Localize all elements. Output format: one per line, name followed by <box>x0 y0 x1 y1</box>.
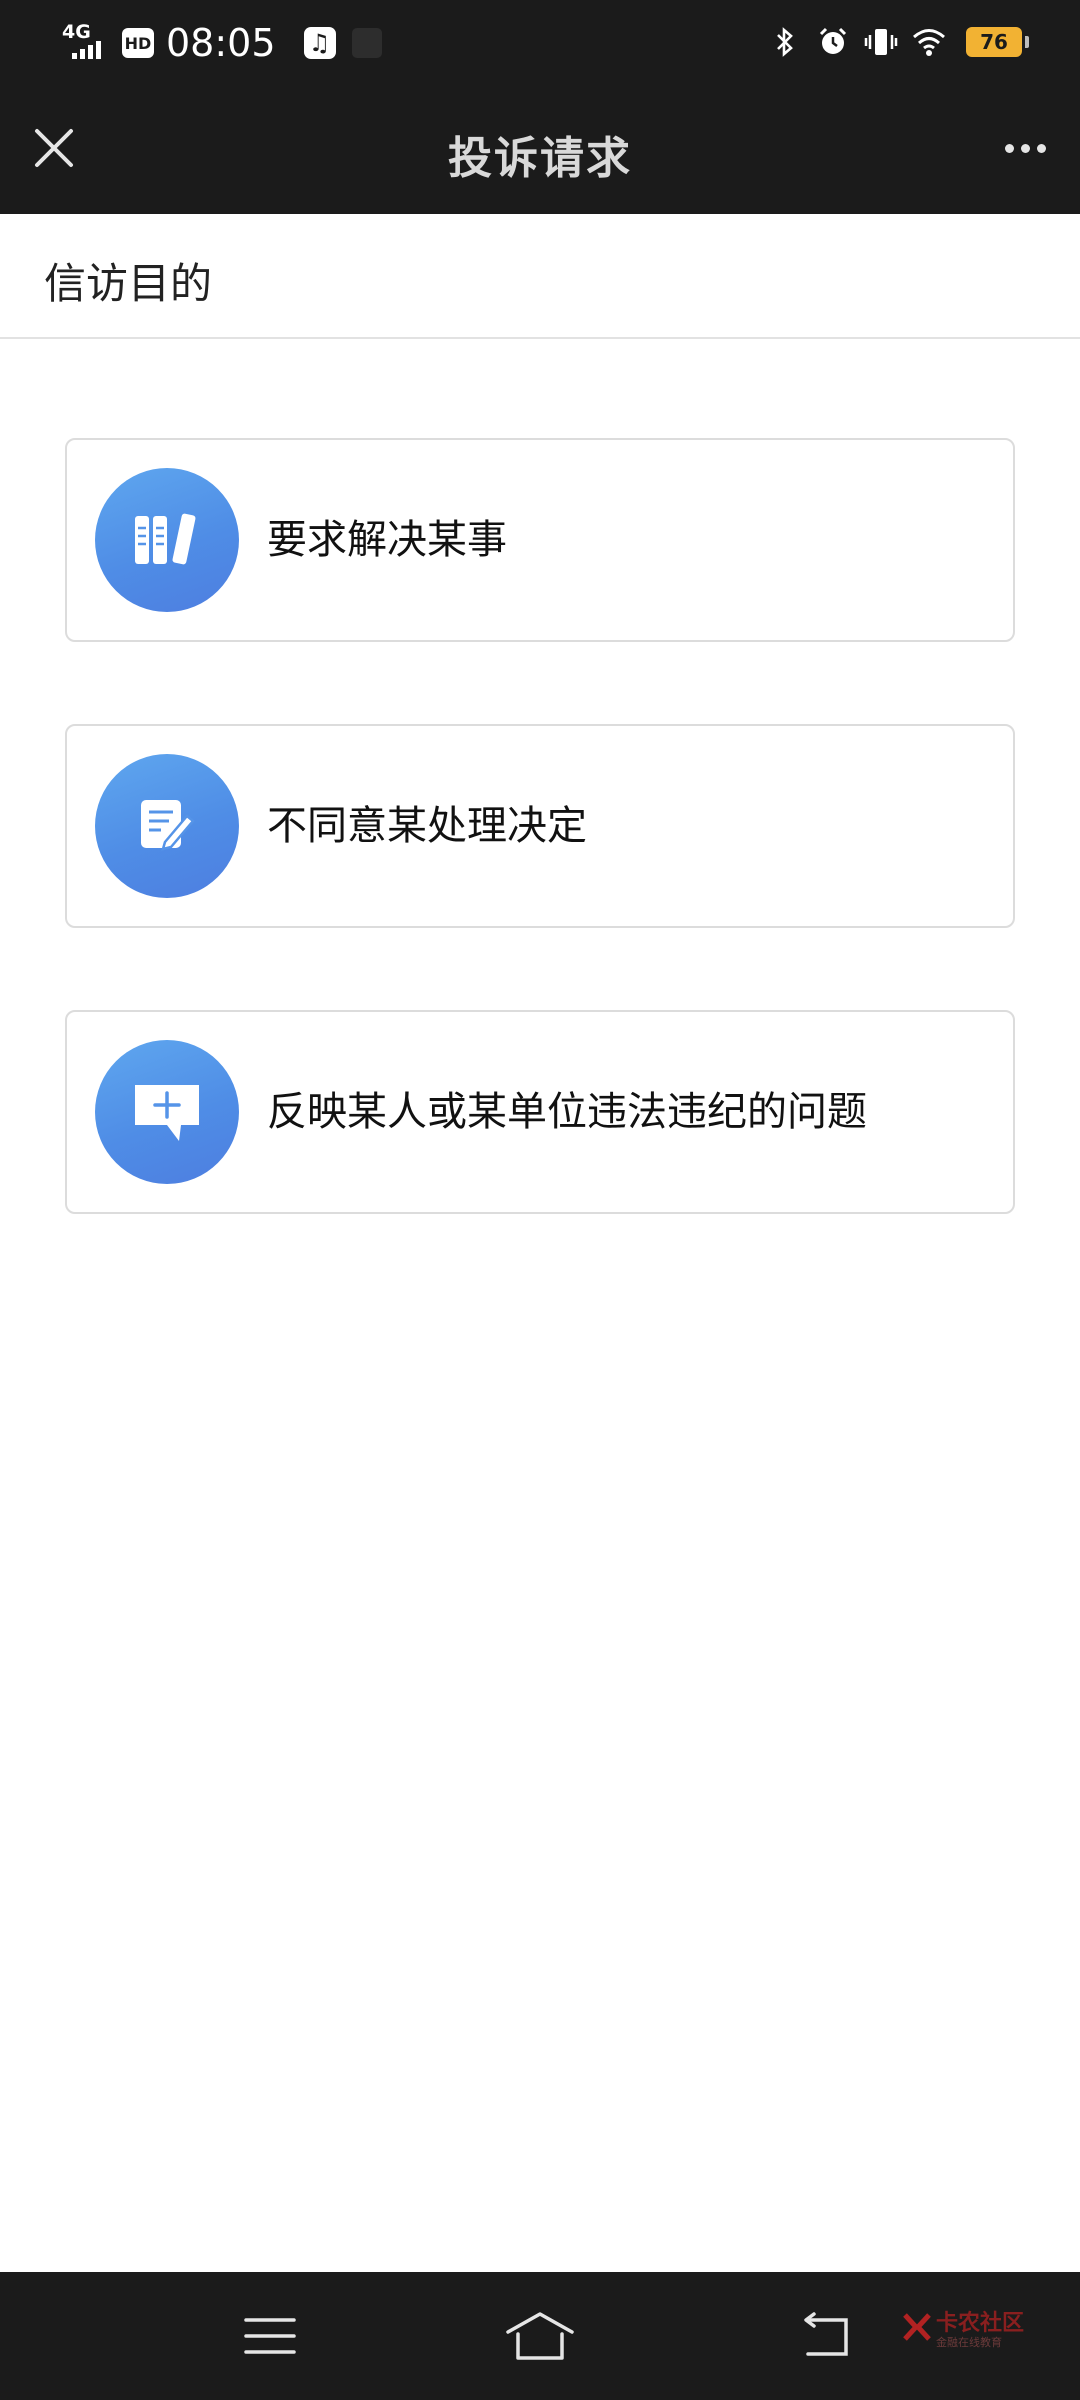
hd-icon: HD <box>122 28 154 58</box>
option-label: 不同意某处理决定 <box>267 803 587 849</box>
edit-document-icon <box>95 754 239 898</box>
watermark-text: 卡农社区 <box>935 2311 1024 2336</box>
option-card-report-violation[interactable]: 反映某人或某单位违法违纪的问题 <box>65 1010 1015 1214</box>
section-title: 信访目的 <box>44 259 213 308</box>
status-right: 76 <box>768 22 1029 62</box>
more-button[interactable] <box>990 118 1060 178</box>
home-button[interactable] <box>500 2306 580 2366</box>
watermark-subtext: 金融在线教育 <box>935 2336 1002 2350</box>
add-comment-icon <box>95 1040 239 1184</box>
vibrate-icon <box>864 25 898 59</box>
status-time: 08:05 <box>166 21 276 65</box>
battery-icon: 76 <box>966 27 1029 57</box>
system-nav-bar: 卡农社区 金融在线教育 <box>0 2272 1080 2400</box>
status-left: 4G HD 08:05 ♫ <box>62 18 382 68</box>
more-icon <box>1004 143 1014 153</box>
menu-icon <box>244 2318 296 2354</box>
status-bar: 4G HD 08:05 ♫ 76 <box>0 0 1080 84</box>
back-button[interactable] <box>784 2306 864 2366</box>
home-icon <box>506 2312 574 2360</box>
alarm-icon <box>816 25 850 59</box>
bluetooth-icon <box>768 25 802 59</box>
option-label: 要求解决某事 <box>267 517 507 563</box>
watermark-logo-icon <box>903 2313 931 2341</box>
books-icon <box>95 468 239 612</box>
menu-button[interactable] <box>230 2306 310 2366</box>
back-icon <box>804 2312 848 2356</box>
title-bar: 投诉请求 <box>0 84 1080 214</box>
option-card-disagree-decision[interactable]: 不同意某处理决定 <box>65 724 1015 928</box>
network-type: 4G <box>62 21 91 43</box>
signal-icon: 4G <box>62 23 110 63</box>
music-icon: ♫ <box>303 27 336 59</box>
page-title: 投诉请求 <box>448 133 632 184</box>
option-label: 反映某人或某单位违法违纪的问题 <box>267 1089 867 1135</box>
section-header: 信访目的 <box>0 214 1080 339</box>
option-card-resolve-matter[interactable]: 要求解决某事 <box>65 438 1015 642</box>
watermark: 卡农社区 金融在线教育 <box>902 2311 1024 2350</box>
notification-icon <box>351 28 382 58</box>
wifi-icon <box>912 25 946 59</box>
